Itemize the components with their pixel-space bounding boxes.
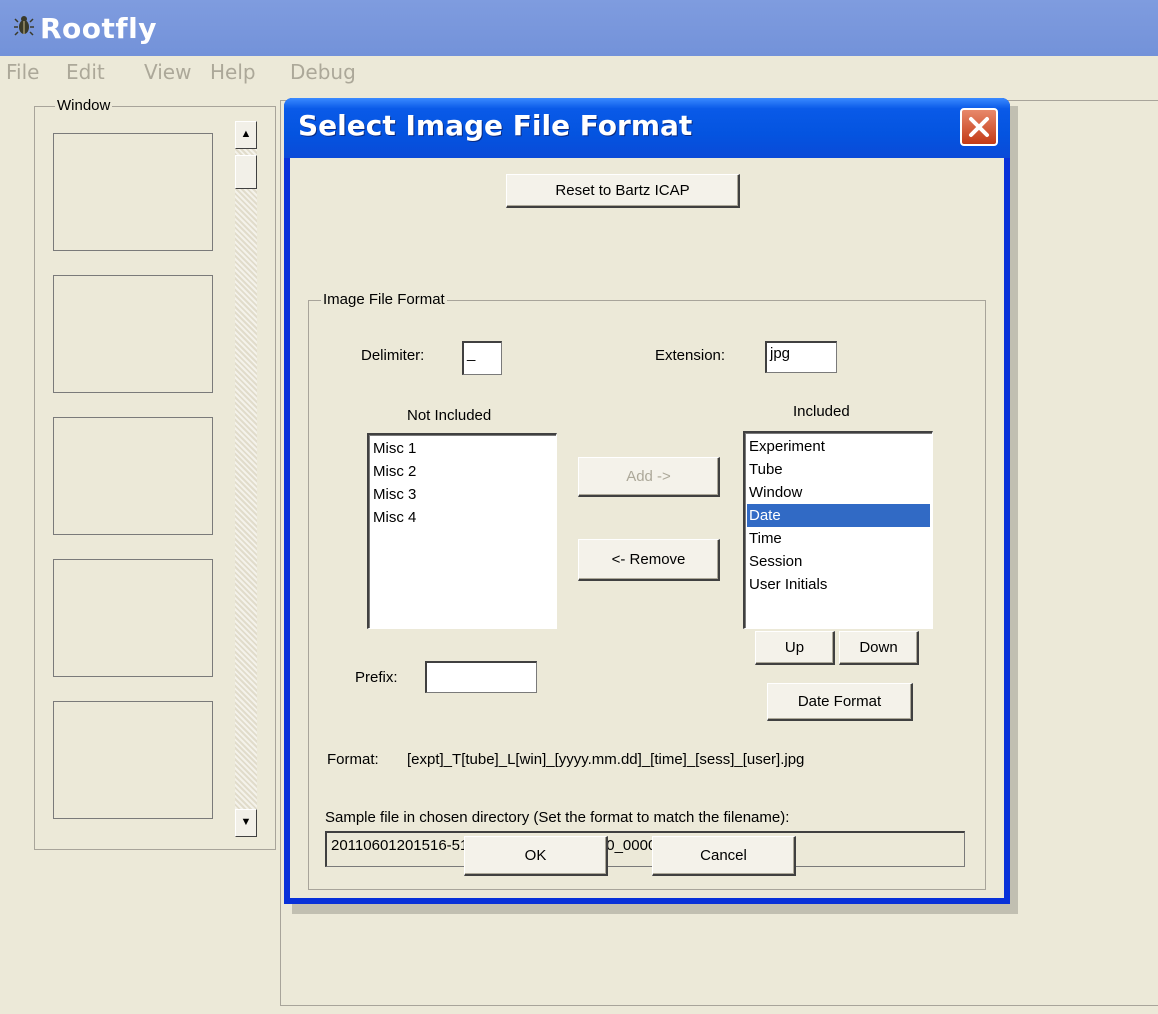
window-scrollbar[interactable]: ▲ ▼: [235, 121, 257, 837]
close-x-glyph: [969, 117, 989, 137]
list-item[interactable]: User Initials: [747, 573, 930, 596]
date-format-button[interactable]: Date Format: [767, 683, 913, 721]
list-item[interactable]: Misc 3: [371, 483, 554, 506]
cancel-button[interactable]: Cancel: [652, 836, 796, 876]
window-thumbnail-2[interactable]: [53, 275, 213, 393]
extension-field[interactable]: jpg: [765, 341, 837, 373]
dialog-body: Reset to Bartz ICAP Image File Format De…: [290, 158, 1004, 898]
menu-bar: File Edit View Help Debug: [0, 58, 1158, 88]
scroll-up-arrow-icon[interactable]: ▲: [235, 121, 257, 149]
menu-view[interactable]: View: [144, 60, 191, 84]
remove-button[interactable]: <- Remove: [578, 539, 720, 581]
image-file-format-group: Image File Format Delimiter: _ Extension…: [308, 291, 986, 890]
dialog-titlebar[interactable]: Select Image File Format: [284, 98, 1010, 158]
prefix-label: Prefix:: [355, 669, 398, 686]
list-item[interactable]: Session: [747, 550, 930, 573]
select-image-format-dialog: Select Image File Format Reset to Bartz …: [284, 98, 1010, 904]
reset-to-bartz-icap-button[interactable]: Reset to Bartz ICAP: [506, 174, 740, 208]
not-included-label: Not Included: [407, 407, 492, 424]
list-item[interactable]: Experiment: [747, 435, 930, 458]
list-item[interactable]: Misc 4: [371, 506, 554, 529]
scroll-down-arrow-icon[interactable]: ▼: [235, 809, 257, 837]
close-icon[interactable]: [960, 108, 998, 146]
image-file-format-legend: Image File Format: [321, 291, 447, 308]
extension-label: Extension:: [655, 347, 726, 364]
list-item[interactable]: Misc 1: [371, 437, 554, 460]
format-label: Format:: [327, 751, 379, 768]
menu-debug[interactable]: Debug: [290, 60, 356, 84]
not-included-listbox[interactable]: Misc 1 Misc 2 Misc 3 Misc 4: [367, 433, 557, 629]
sample-file-label: Sample file in chosen directory (Set the…: [325, 809, 790, 826]
prefix-field[interactable]: [425, 661, 537, 693]
list-item[interactable]: Window: [747, 481, 930, 504]
up-button[interactable]: Up: [755, 631, 835, 665]
window-thumbnail-5[interactable]: [53, 701, 213, 819]
beetle-icon: [14, 16, 34, 36]
list-item[interactable]: Time: [747, 527, 930, 550]
window-group: Window ▲ ▼: [34, 97, 276, 850]
format-value: [expt]_T[tube]_L[win]_[yyyy.mm.dd]_[time…: [407, 751, 805, 768]
menu-file[interactable]: File: [6, 60, 39, 84]
ok-button[interactable]: OK: [464, 836, 608, 876]
scroll-thumb[interactable]: [235, 155, 257, 189]
list-item[interactable]: Misc 2: [371, 460, 554, 483]
list-item-selected[interactable]: Date: [747, 504, 930, 527]
app-titlebar: Rootfly: [0, 0, 1158, 56]
sample-file-field: 20110601201516-5111-139384-0271-2170_000…: [325, 831, 965, 867]
menu-edit[interactable]: Edit: [66, 60, 105, 84]
window-thumbnail-3[interactable]: [53, 417, 213, 535]
window-group-legend: Window: [55, 97, 113, 114]
window-thumbnail-4[interactable]: [53, 559, 213, 677]
add-button[interactable]: Add ->: [578, 457, 720, 497]
list-item[interactable]: Tube: [747, 458, 930, 481]
delimiter-label: Delimiter:: [361, 347, 425, 364]
app-title: Rootfly: [40, 12, 157, 45]
included-label: Included: [793, 403, 850, 420]
down-button[interactable]: Down: [839, 631, 919, 665]
dialog-title: Select Image File Format: [298, 109, 693, 142]
menu-help[interactable]: Help: [210, 60, 256, 84]
window-thumbnail-1[interactable]: [53, 133, 213, 251]
delimiter-field[interactable]: _: [462, 341, 502, 375]
included-listbox[interactable]: Experiment Tube Window Date Time Session…: [743, 431, 933, 629]
